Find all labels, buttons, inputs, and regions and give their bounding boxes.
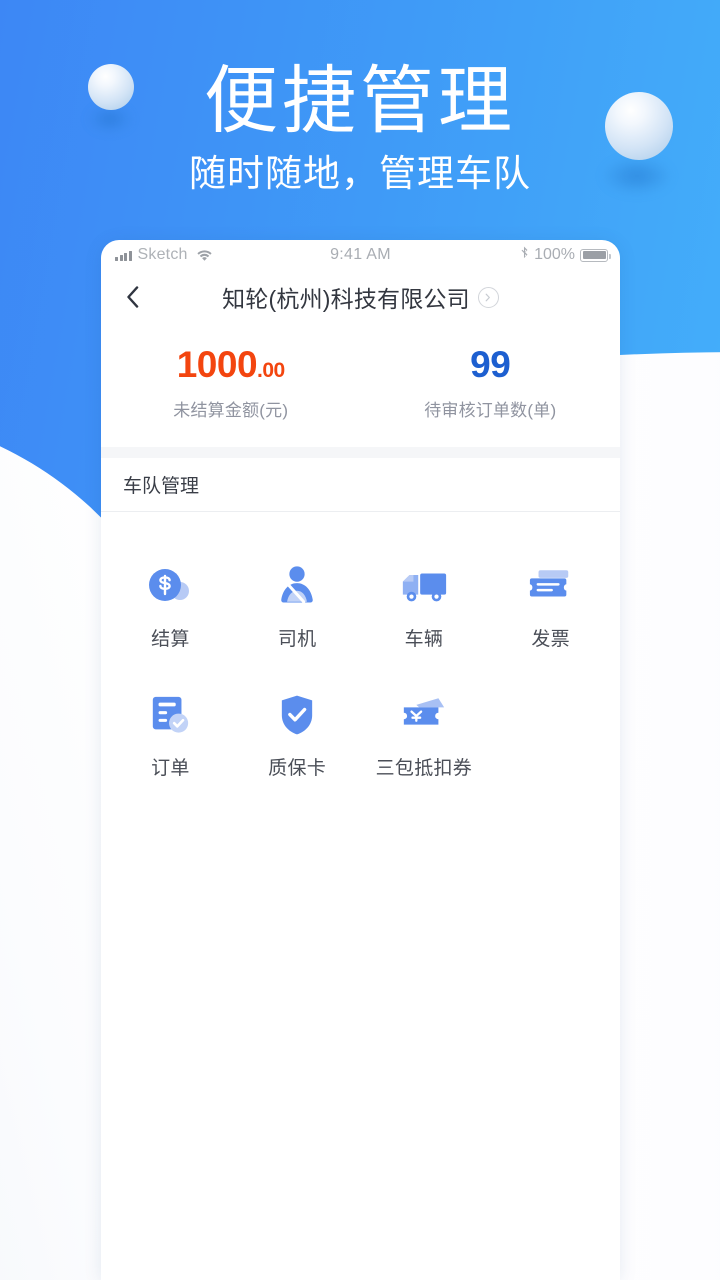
grid-item-driver[interactable]: 司机 bbox=[234, 548, 361, 677]
truck-icon bbox=[398, 562, 450, 610]
grid-item-settlement[interactable]: 结算 bbox=[107, 548, 234, 677]
chevron-right-circle-icon[interactable] bbox=[477, 286, 499, 308]
status-bar-right: 100% bbox=[520, 246, 611, 265]
grid-item-three-guarantees-coupon[interactable]: 三包抵扣券 bbox=[361, 677, 488, 806]
stat-unsettled-amount[interactable]: 1000.00 未结算金额(元) bbox=[101, 346, 361, 421]
battery-percent-label: 100% bbox=[534, 246, 575, 263]
hero-text-block: 便捷管理 随时随地，管理车队 bbox=[0, 0, 720, 198]
stat-value-integer: 99 bbox=[470, 344, 511, 385]
page-title: 知轮(杭州)科技有限公司 bbox=[222, 286, 470, 312]
grid-item-label: 质保卡 bbox=[268, 758, 327, 779]
grid-item-label: 车辆 bbox=[404, 629, 444, 650]
stat-value: 99 bbox=[361, 346, 621, 383]
grid-item-label: 发票 bbox=[531, 629, 570, 650]
grid-item-vehicle[interactable]: 车辆 bbox=[361, 548, 488, 677]
grid-item-label: 结算 bbox=[151, 629, 190, 650]
back-button[interactable] bbox=[117, 282, 147, 312]
stat-pending-orders[interactable]: 99 待审核订单数(单) bbox=[361, 346, 621, 421]
hero-title: 便捷管理 bbox=[204, 59, 516, 142]
order-check-icon bbox=[144, 691, 196, 739]
chevron-left-icon bbox=[126, 286, 138, 308]
driver-person-icon bbox=[271, 562, 323, 610]
navigation-title-group: 知轮(杭州)科技有限公司 bbox=[101, 280, 620, 314]
invoice-ticket-icon bbox=[525, 562, 577, 610]
coupon-yuan-icon bbox=[398, 691, 450, 739]
grid-item-invoice[interactable]: 发票 bbox=[487, 548, 614, 677]
shield-check-icon bbox=[271, 691, 323, 739]
grid-item-order[interactable]: 订单 bbox=[107, 677, 234, 806]
grid-item-label: 司机 bbox=[277, 629, 317, 650]
grid-item-warranty-card[interactable]: 质保卡 bbox=[234, 677, 361, 806]
section-divider bbox=[101, 447, 620, 458]
grid-item-label: 订单 bbox=[151, 758, 190, 779]
stat-label: 未结算金额(元) bbox=[173, 401, 289, 420]
hero-subtitle: 随时随地，管理车队 bbox=[189, 153, 531, 194]
feature-icon-grid: 结算 司机 车辆 发票 订单 质保卡 三包抵扣券 bbox=[101, 512, 620, 806]
section-title: 车队管理 bbox=[123, 476, 200, 497]
coin-dollar-icon bbox=[144, 562, 196, 610]
bluetooth-icon bbox=[520, 246, 529, 265]
stat-label: 待审核订单数(单) bbox=[424, 401, 557, 420]
stat-value-decimal: .00 bbox=[257, 359, 285, 382]
stat-value-integer: 1000 bbox=[176, 344, 258, 385]
stats-summary-row: 1000.00 未结算金额(元) 99 待审核订单数(单) bbox=[101, 324, 620, 447]
battery-icon bbox=[580, 248, 611, 262]
grid-item-label: 三包抵扣券 bbox=[375, 758, 473, 779]
stat-value: 1000.00 bbox=[101, 346, 361, 383]
phone-screen-mockup: Sketch 9:41 AM 100% 知轮(杭州)科技有限公司 1000.00… bbox=[101, 240, 620, 1280]
status-bar: Sketch 9:41 AM 100% bbox=[101, 240, 620, 270]
section-header-fleet-management: 车队管理 bbox=[101, 458, 620, 512]
navigation-bar: 知轮(杭州)科技有限公司 bbox=[101, 270, 620, 324]
